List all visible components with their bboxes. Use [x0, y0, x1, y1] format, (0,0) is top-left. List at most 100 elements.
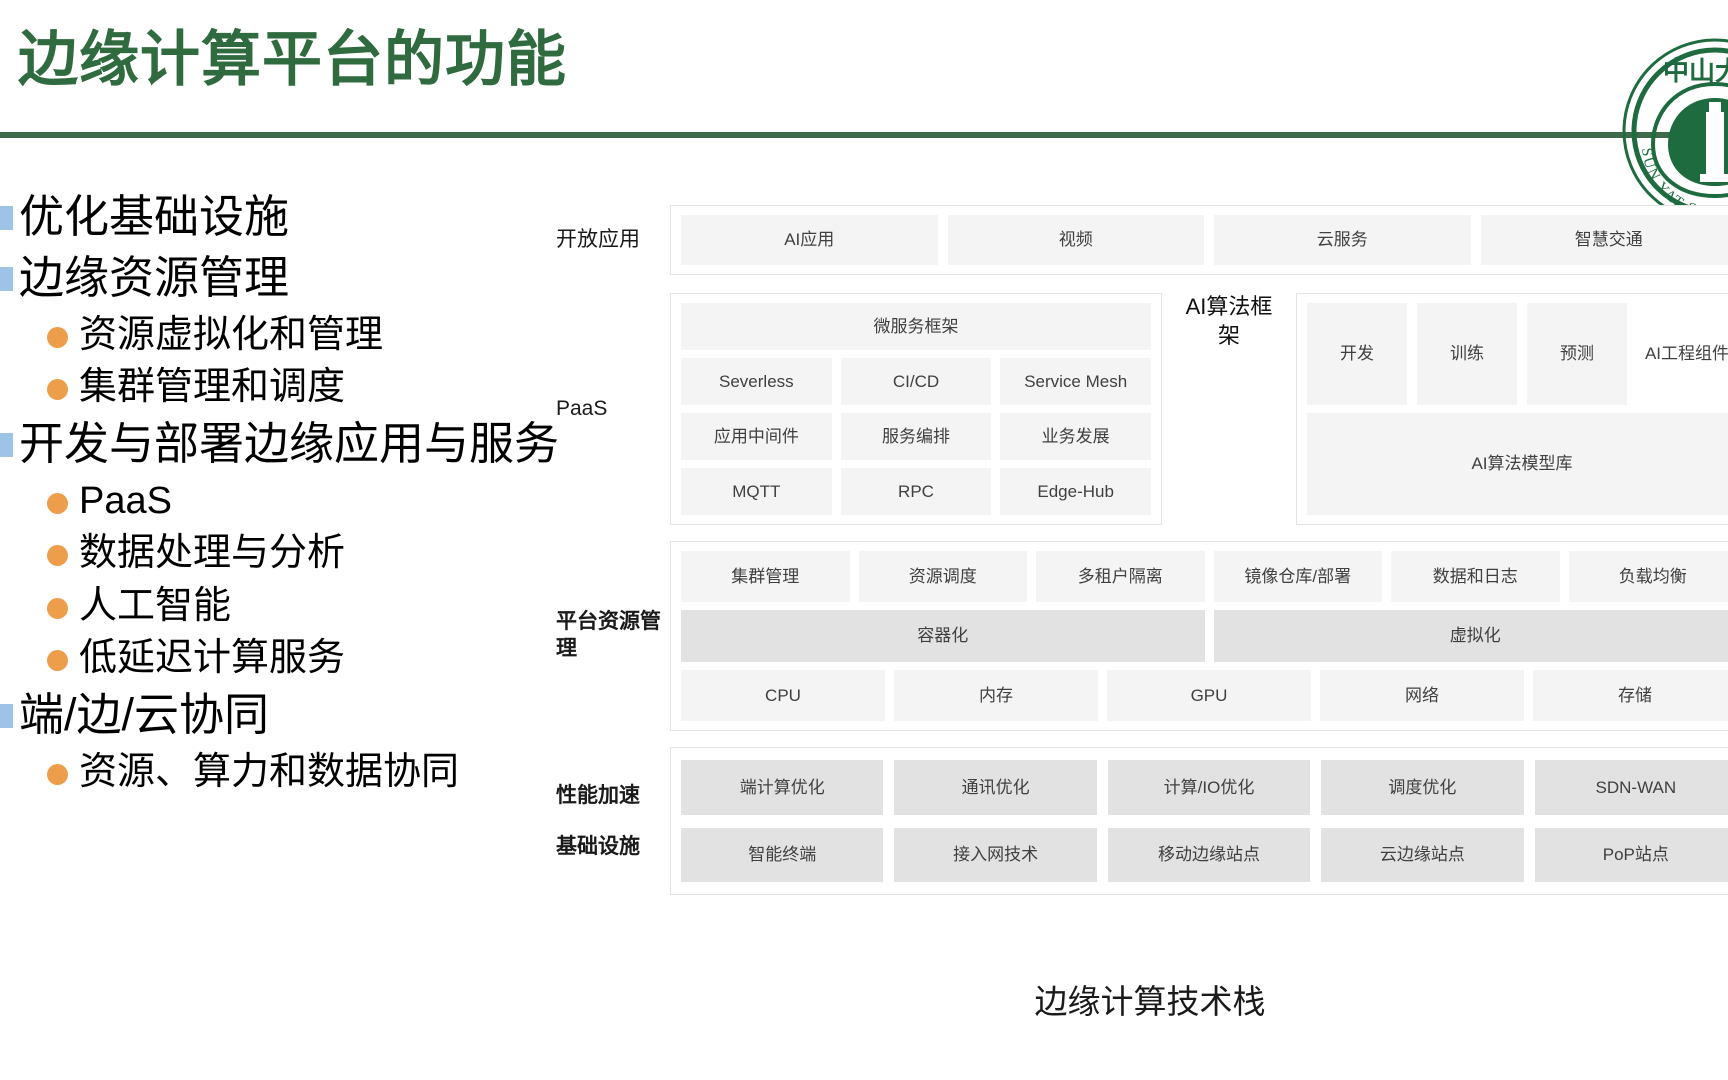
diagram-cell: 应用中间件: [681, 413, 832, 460]
list-item: 优化基础设施: [0, 190, 540, 245]
list-item-label: 集群管理和调度: [79, 366, 346, 409]
level1-bullet-marker: [0, 206, 13, 230]
diagram-cell: 通讯优化: [894, 760, 1097, 815]
list-item-label: 边缘资源管理: [19, 251, 290, 303]
svg-text:SUN YAT-SEN UNIV: SUN YAT-SEN UNIV: [1620, 36, 1720, 221]
diagram-cell: AI工程组件: [1644, 344, 1728, 364]
level2-bullet-marker: [47, 597, 68, 619]
list-item: 数据处理与分析: [0, 530, 540, 578]
diagram-row-paas: PaaS 微服务框架 Severless CI/CD Service Mesh …: [548, 293, 1728, 525]
level2-bullet-marker: [47, 492, 68, 514]
list-item-label: 开发与部署边缘应用与服务: [19, 417, 560, 469]
platform-resource-panel: 集群管理 资源调度 多租户隔离 镜像仓库/部署 数据和日志 负载均衡 容器化 虚…: [670, 541, 1728, 731]
diagram-row-platform-resource-management: 平台资源管理 集群管理 资源调度 多租户隔离 镜像仓库/部署 数据和日志 负载均…: [548, 541, 1728, 731]
diagram-cell: 业务发展: [1000, 413, 1152, 460]
diagram-cell: 智能终端: [681, 827, 884, 882]
platform-virtualization-row: 容器化 虚拟化: [681, 610, 1728, 662]
platform-hardware-row: CPU 内存 GPU 网络 存储: [681, 669, 1728, 721]
ai-algorithm-framework-label: AI算法框架: [1175, 293, 1283, 525]
diagram-cell: 服务编排: [840, 413, 992, 460]
list-item-label: 资源、算力和数据协同: [79, 750, 460, 793]
diagram-cell: 云边缘站点: [1321, 827, 1524, 882]
open-applications-cells: AI应用 视频 云服务 智慧交通: [681, 215, 1728, 265]
level1-bullet-marker: [0, 266, 13, 291]
row-label-platform-resource-management: 平台资源管理: [556, 610, 661, 660]
diagram-cell: 云服务: [1214, 215, 1471, 265]
diagram-cell: 数据和日志: [1391, 551, 1560, 603]
diagram-cell: 内存: [894, 669, 1098, 721]
diagram-cell: 移动边缘站点: [1107, 827, 1311, 882]
diagram-cell: 接入网技术: [894, 827, 1097, 882]
list-item: 人工智能: [0, 583, 540, 631]
diagram-cell: CI/CD: [840, 358, 992, 405]
list-item: PaaS: [0, 478, 540, 526]
title-divider: [0, 132, 1728, 138]
diagram-cell: 计算/IO优化: [1107, 760, 1311, 815]
list-item-label: 人工智能: [79, 584, 232, 627]
list-item-label: 数据处理与分析: [79, 532, 346, 575]
diagram-cell: 预测: [1527, 303, 1627, 405]
diagram-row-infrastructure: 性能加速 基础设施 端计算优化 通讯优化 计算/IO优化 调度优化 SDN-WA…: [548, 747, 1728, 895]
diagram-cell: AI算法模型库: [1307, 413, 1728, 515]
diagram-cell: PoP站点: [1534, 827, 1728, 882]
diagram-cell: AI应用: [681, 215, 938, 265]
edge-computing-stack-diagram: 开放应用 AI应用 视频 云服务 智慧交通 PaaS 微服务框架 Severle…: [548, 205, 1728, 895]
list-item: 低延迟计算服务: [0, 635, 540, 683]
diagram-cell: Edge-Hub: [1000, 468, 1152, 515]
diagram-cell: 网络: [1320, 669, 1524, 721]
list-item: 边缘资源管理: [0, 251, 540, 306]
ai-algorithm-framework-text: AI算法框架: [1185, 294, 1273, 348]
diagram-cell: Service Mesh: [1000, 358, 1152, 405]
diagram-cell: 训练: [1417, 303, 1517, 405]
diagram-cell: Severless: [681, 358, 832, 405]
diagram-cell: RPC: [840, 468, 992, 515]
microservice-framework-header-row: 微服务框架: [681, 303, 1151, 350]
row-label-open-applications: 开放应用: [556, 227, 640, 251]
list-item-label: PaaS: [79, 479, 172, 522]
diagram-row-open-applications: 开放应用 AI应用 视频 云服务 智慧交通: [548, 205, 1728, 275]
row-label-infrastructure-group: 性能加速 基础设施: [548, 747, 670, 895]
list-item-label: 资源虚拟化和管理: [79, 313, 384, 356]
performance-acceleration-row: 端计算优化 通讯优化 计算/IO优化 调度优化 SDN-WAN: [681, 760, 1728, 815]
ai-algorithm-panel: 开发 训练 预测 AI工程组件 AI算法模型库: [1296, 293, 1728, 525]
diagram-cell: 多租户隔离: [1036, 551, 1205, 603]
level2-bullet-marker: [47, 650, 68, 672]
infrastructure-panel: 端计算优化 通讯优化 计算/IO优化 调度优化 SDN-WAN 智能终端 接入网…: [670, 747, 1728, 895]
list-item-label: 优化基础设施: [19, 191, 290, 242]
ai-algorithm-row: 开发 训练 预测 AI工程组件: [1307, 303, 1728, 405]
list-item: 端/边/云协同: [0, 688, 540, 743]
level2-bullet-marker: [47, 763, 68, 785]
diagram-cell: 调度优化: [1321, 760, 1524, 815]
row-label-infrastructure: 基础设施: [556, 835, 640, 858]
diagram-caption: 边缘计算技术栈: [1034, 985, 1266, 1021]
diagram-cell: 镜像仓库/部署: [1213, 551, 1382, 603]
diagram-cell: 虚拟化: [1213, 610, 1728, 662]
list-item: 资源、算力和数据协同: [0, 749, 540, 797]
level1-bullet-marker: [0, 703, 13, 728]
microservice-framework-row: Severless CI/CD Service Mesh: [681, 358, 1152, 405]
ai-algorithm-model-library-row: AI算法模型库: [1307, 413, 1728, 515]
infrastructure-row: 智能终端 接入网技术 移动边缘站点 云边缘站点 PoP站点: [681, 827, 1728, 882]
diagram-cell: 微服务框架: [681, 303, 1151, 350]
diagram-cell: 端计算优化: [681, 760, 884, 815]
diagram-cell: 资源调度: [858, 551, 1027, 603]
row-label-performance-acceleration: 性能加速: [556, 783, 640, 807]
list-item-label: 低延迟计算服务: [79, 637, 346, 680]
microservice-framework-panel: 微服务框架 Severless CI/CD Service Mesh 应用中间件…: [670, 293, 1162, 525]
svg-text:中山大学: 中山大学: [1663, 56, 1728, 86]
level2-bullet-marker: [47, 379, 68, 401]
list-item: 开发与部署边缘应用与服务: [0, 417, 559, 472]
diagram-cell: SDN-WAN: [1534, 760, 1728, 815]
diagram-cell: 视频: [947, 215, 1204, 265]
list-item-label: 端/边/云协同: [19, 688, 270, 740]
level2-bullet-marker: [47, 545, 68, 567]
microservice-framework-row: 应用中间件 服务编排 业务发展: [681, 413, 1152, 460]
diagram-cell: 存储: [1533, 669, 1728, 721]
diagram-cell: CPU: [681, 669, 885, 721]
sun-yat-sen-university-logo: 中山大学 SUN YAT-SEN UNIV: [1614, 24, 1728, 226]
row-label-paas: PaaS: [556, 396, 608, 420]
outline-list: 优化基础设施 边缘资源管理 资源虚拟化和管理 集群管理和调度 开发与部署边缘应用…: [0, 190, 559, 801]
level1-bullet-marker: [0, 432, 13, 457]
microservice-framework-row: MQTT RPC Edge-Hub: [681, 468, 1152, 515]
platform-resource-row: 集群管理 资源调度 多租户隔离 镜像仓库/部署 数据和日志 负载均衡: [681, 551, 1728, 603]
